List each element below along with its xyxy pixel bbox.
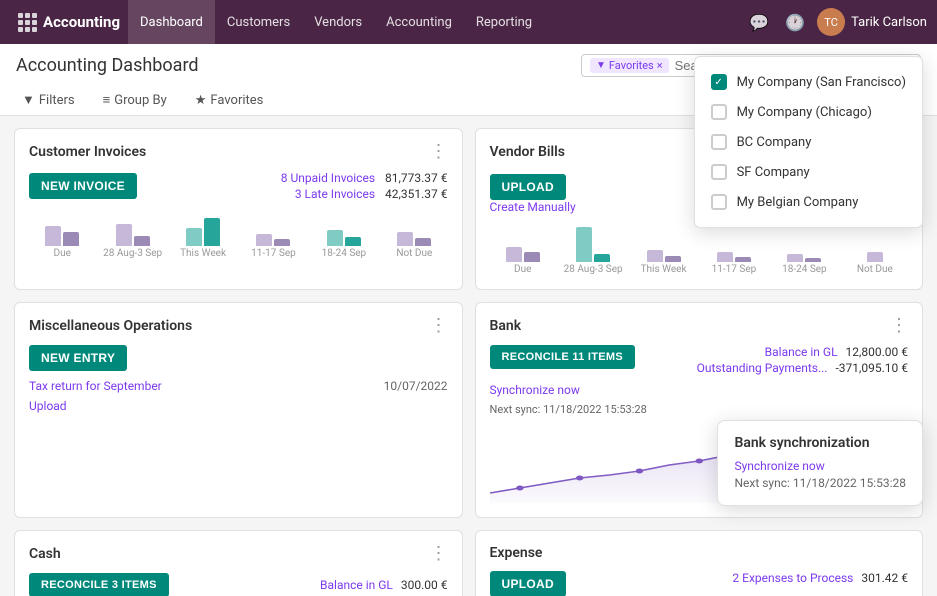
company-checkbox-4 — [711, 194, 727, 210]
nav-vendors[interactable]: Vendors — [302, 0, 374, 44]
late-invoices-link[interactable]: 3 Late Invoices — [295, 187, 375, 201]
reconcile-bank-button[interactable]: RECONCILE 11 ITEMS — [490, 345, 636, 369]
company-item-2[interactable]: BC Company — [695, 127, 922, 157]
balance-gl-link[interactable]: Balance in GL — [765, 345, 838, 359]
user-menu[interactable]: TC Tarik Carlson — [817, 8, 927, 36]
misc-operations-card: Miscellaneous Operations ⋮ NEW ENTRY Tax… — [14, 302, 463, 518]
nav-dashboard[interactable]: Dashboard — [128, 0, 215, 44]
clock-icon[interactable]: 🕐 — [781, 9, 809, 36]
favorites-tag[interactable]: ▼ Favorites × — [590, 58, 669, 73]
page-title: Accounting Dashboard — [16, 55, 199, 76]
app-name: Accounting — [43, 13, 120, 31]
bank-sync-tooltip-link[interactable]: Synchronize now — [734, 459, 906, 473]
cash-title: Cash — [29, 546, 61, 562]
bank-sync-tooltip: Bank synchronization Synchronize now Nex… — [717, 420, 923, 506]
filters-button[interactable]: ▼ Filters — [16, 89, 81, 111]
company-item-0[interactable]: My Company (San Francisco) — [695, 67, 922, 97]
unpaid-invoices-link[interactable]: 8 Unpaid Invoices — [281, 171, 375, 185]
group-by-icon: ≡ — [103, 92, 111, 108]
new-invoice-button[interactable]: NEW INVOICE — [29, 173, 137, 199]
upload-expense-button[interactable]: UPLOAD — [490, 571, 566, 596]
cash-card: Cash ⋮ RECONCILE 3 ITEMS Balance in GL 3… — [14, 530, 463, 596]
customer-invoices-card: Customer Invoices ⋮ NEW INVOICE 8 Unpaid… — [14, 128, 463, 290]
sync-date: Next sync: 11/18/2022 15:53:28 — [490, 403, 647, 416]
username: Tarik Carlson — [851, 15, 927, 30]
company-checkbox-0 — [711, 74, 727, 90]
bank-title: Bank — [490, 318, 522, 334]
misc-menu[interactable]: ⋮ — [430, 317, 448, 335]
reconcile-cash-button[interactable]: RECONCILE 3 ITEMS — [29, 573, 169, 596]
nav-links: Dashboard Customers Vendors Accounting R… — [128, 0, 745, 44]
cash-menu[interactable]: ⋮ — [430, 545, 448, 563]
expense-title: Expense — [490, 545, 543, 561]
cash-balance-link[interactable]: Balance in GL — [320, 578, 393, 592]
late-invoices-value: 42,351.37 € — [385, 187, 447, 201]
new-entry-button[interactable]: NEW ENTRY — [29, 345, 127, 371]
bank-menu[interactable]: ⋮ — [890, 317, 908, 335]
remove-favorites-tag[interactable]: × — [657, 59, 663, 72]
company-checkbox-2 — [711, 134, 727, 150]
chat-icon[interactable]: 💬 — [745, 9, 773, 36]
customer-invoices-menu[interactable]: ⋮ — [430, 143, 448, 161]
company-label-3: SF Company — [737, 165, 810, 180]
vendor-bills-chart: Due 28 Aug-3 Sep This Week — [490, 225, 909, 275]
expense-card: Expense UPLOAD Create Manually 2 Expense… — [475, 530, 924, 596]
favorites-button[interactable]: ★ Favorites — [189, 90, 270, 111]
nav-accounting[interactable]: Accounting — [374, 0, 464, 44]
synchronize-now-link[interactable]: Synchronize now — [490, 383, 580, 397]
tax-return-link[interactable]: Tax return for September — [29, 379, 162, 393]
company-dropdown: My Company (San Francisco) My Company (C… — [694, 56, 923, 228]
tax-return-date: 10/07/2022 — [384, 379, 448, 393]
outstanding-value: -371,095.10 € — [835, 361, 908, 375]
filter-icon: ▼ — [22, 92, 35, 108]
topnav-right: 💬 🕐 TC Tarik Carlson — [745, 8, 927, 36]
company-label-2: BC Company — [737, 135, 812, 150]
company-checkbox-1 — [711, 104, 727, 120]
customer-invoices-chart: Due 28 Aug-3 Sep This Week — [29, 209, 448, 259]
star-icon: ★ — [195, 93, 207, 108]
company-label-1: My Company (Chicago) — [737, 105, 872, 120]
company-item-1[interactable]: My Company (Chicago) — [695, 97, 922, 127]
process-expenses-value: 301.42 € — [861, 571, 908, 585]
company-label-0: My Company (San Francisco) — [737, 75, 906, 90]
process-expenses-link[interactable]: 2 Expenses to Process — [732, 571, 853, 585]
tax-return-row: Tax return for September 10/07/2022 — [29, 379, 448, 393]
unpaid-invoices-value: 81,773.37 € — [385, 171, 447, 185]
avatar: TC — [817, 8, 845, 36]
company-checkbox-3 — [711, 164, 727, 180]
topnav: Accounting Dashboard Customers Vendors A… — [0, 0, 937, 44]
vendor-bills-title: Vendor Bills — [490, 144, 565, 160]
bank-sync-tooltip-date: Next sync: 11/18/2022 15:53:28 — [734, 476, 906, 490]
company-item-4[interactable]: My Belgian Company — [695, 187, 922, 217]
customer-invoices-title: Customer Invoices — [29, 144, 146, 160]
app-logo[interactable]: Accounting — [10, 13, 128, 32]
nav-reporting[interactable]: Reporting — [464, 0, 544, 44]
upload-misc-link[interactable]: Upload — [29, 399, 448, 413]
group-by-button[interactable]: ≡ Group By — [97, 89, 173, 111]
company-item-3[interactable]: SF Company — [695, 157, 922, 187]
cash-balance-value: 300.00 € — [401, 578, 448, 592]
company-label-4: My Belgian Company — [737, 195, 859, 210]
nav-customers[interactable]: Customers — [215, 0, 302, 44]
misc-title: Miscellaneous Operations — [29, 318, 192, 334]
outstanding-link[interactable]: Outstanding Payments... — [697, 361, 828, 375]
grid-icon — [18, 13, 37, 32]
create-manually-vendor[interactable]: Create Manually — [490, 200, 576, 214]
upload-vendor-button[interactable]: UPLOAD — [490, 174, 566, 200]
balance-gl-value: 12,800.00 € — [846, 345, 908, 359]
bank-sync-tooltip-title: Bank synchronization — [734, 435, 906, 451]
